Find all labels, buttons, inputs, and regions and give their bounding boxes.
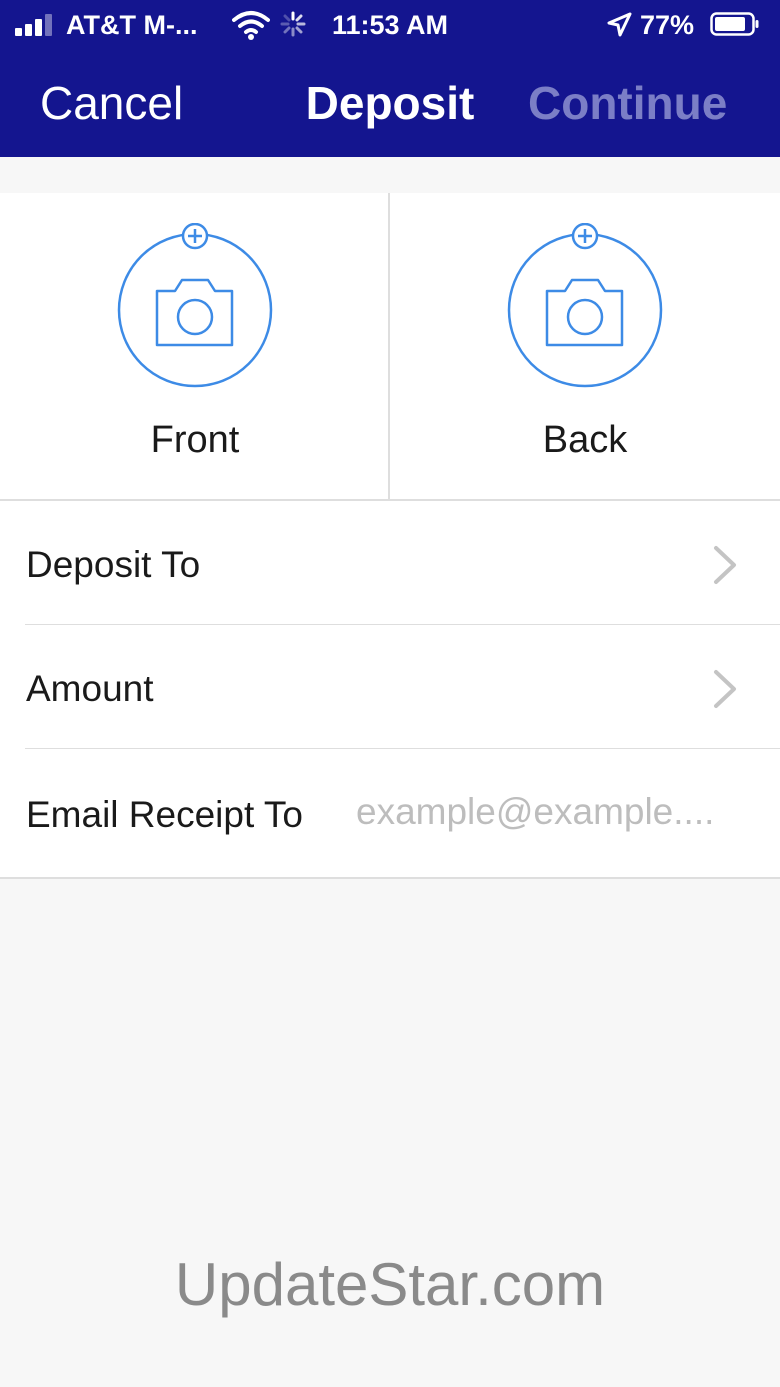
watermark-text: UpdateStar.com xyxy=(174,1251,606,1318)
email-receipt-input[interactable] xyxy=(356,789,752,835)
status-bar: AT&T M-... 11:53 AM 77% xyxy=(0,0,780,50)
battery-icon xyxy=(710,12,759,36)
location-arrow-icon xyxy=(607,12,632,37)
chevron-right-icon xyxy=(714,546,736,584)
navigation-header: AT&T M-... 11:53 AM 77% Cancel Deposit C… xyxy=(0,0,780,157)
check-capture-panel: Front Back xyxy=(0,193,780,501)
deposit-form: Deposit To Amount Email Receipt To xyxy=(0,501,780,879)
front-label: Front xyxy=(150,419,240,461)
camera-add-icon xyxy=(117,223,273,388)
amount-label: Amount xyxy=(26,668,154,709)
amount-row[interactable]: Amount xyxy=(0,625,780,749)
continue-button[interactable]: Continue xyxy=(528,76,727,130)
back-label: Back xyxy=(542,419,628,461)
deposit-to-label: Deposit To xyxy=(26,544,201,585)
deposit-to-row[interactable]: Deposit To xyxy=(0,501,780,625)
camera-add-icon xyxy=(507,223,663,388)
capture-front-button[interactable]: Front xyxy=(0,193,390,499)
email-receipt-label: Email Receipt To xyxy=(26,794,303,835)
capture-back-button[interactable]: Back xyxy=(390,193,780,499)
email-receipt-row: Email Receipt To xyxy=(0,749,780,877)
battery-percentage: 77% xyxy=(640,10,695,40)
chevron-right-icon xyxy=(714,670,736,708)
